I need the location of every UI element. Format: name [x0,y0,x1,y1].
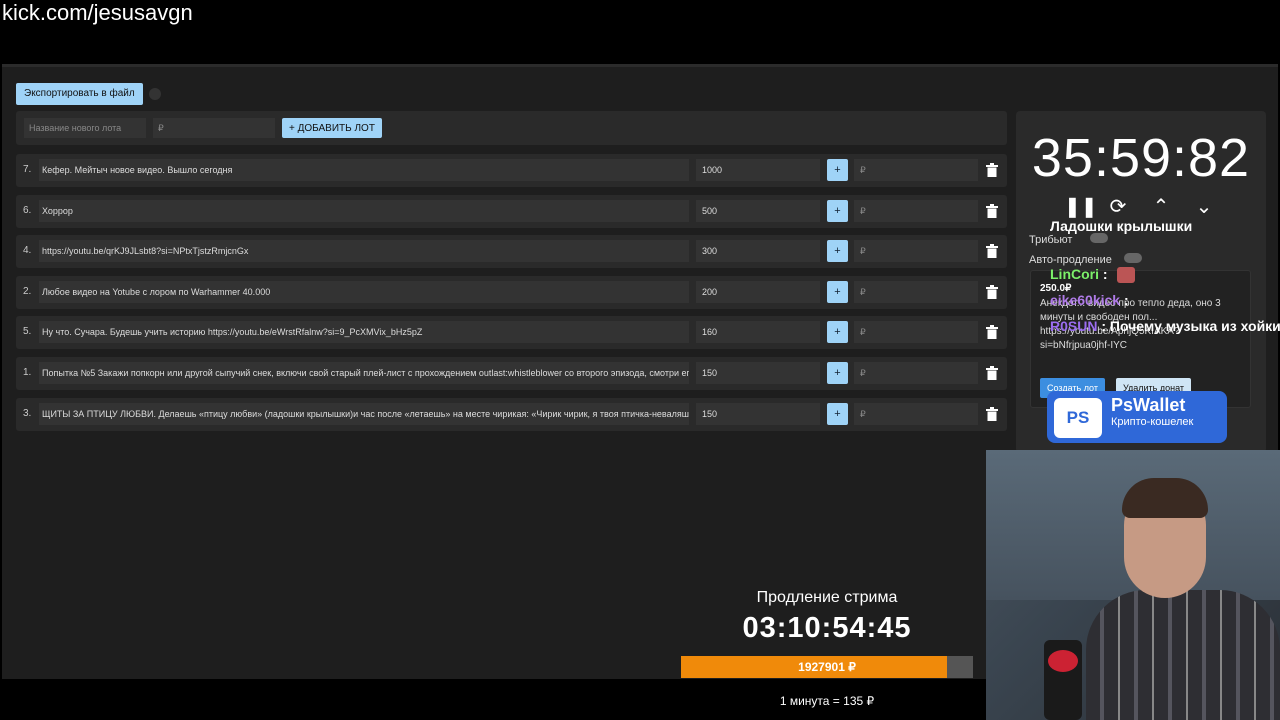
chat-username: LinCori [1050,266,1099,282]
theme-toggle[interactable] [149,88,161,100]
streamer-hair [1122,478,1208,518]
add-amount-button[interactable]: + [827,280,848,303]
lot-title-input[interactable]: Любое видео на Yotube с лором по Warhamm… [39,280,689,303]
lot-add-input[interactable]: ₽ [854,159,978,181]
lot-number: 6. [23,204,32,216]
progress-total: 1927901 ₽ [798,660,856,674]
trash-icon[interactable] [986,406,998,421]
extension-timer: 03:10:54:45 [742,612,912,644]
lot-add-input[interactable]: ₽ [854,240,978,263]
lot-amount-input[interactable]: 1000 [696,159,820,181]
lot-row: 3. ЩИТЫ ЗА ПТИЦУ ЛЮБВИ. Делаешь «птицу л… [16,397,1007,431]
add-amount-button[interactable]: + [827,321,848,344]
lot-add-input[interactable]: ₽ [854,280,978,303]
chevron-down-icon[interactable]: ⌄ [1192,195,1216,219]
lot-number: 4. [23,245,32,257]
trash-icon[interactable] [986,365,998,380]
lot-title-input[interactable]: Попытка №5 Закажи попкорн или другой сып… [39,361,689,384]
lot-number: 5. [23,326,32,338]
chat-text: Ладошки крылышки [1050,218,1193,234]
tribute-toggle[interactable] [1090,233,1108,243]
streamer-body [1086,590,1280,720]
chat-text: : [1102,266,1108,282]
chat-message: LinCori : [1050,266,1136,284]
mic-badge [1048,650,1078,672]
auction-timer: 35:59:82 [1031,128,1251,188]
lot-number: 3. [23,407,32,419]
auto-extend-toggle[interactable] [1124,253,1142,263]
lot-add-input[interactable]: ₽ [854,402,978,425]
lot-title-input[interactable]: https://youtu.be/qrKJ9JLsbt8?si=NPtxTjst… [39,240,689,263]
extension-label: Продление стрима [756,589,898,606]
timer-controls: ❚❚ ⟳ ⌃ ⌄ [1064,195,1224,219]
lot-title-input[interactable]: Хоррор [39,199,689,222]
add-amount-button[interactable]: + [827,361,848,384]
trash-icon[interactable] [986,325,998,340]
add-amount-button[interactable]: + [827,240,848,263]
extension-rate: 1 минута = 135 ₽ [779,694,875,708]
auto-extend-label: Авто-продление [1029,254,1112,266]
lot-title-input[interactable]: ЩИТЫ ЗА ПТИЦУ ЛЮБВИ. Делаешь «птицу любв… [39,402,689,425]
lot-number: 7. [23,164,32,175]
lot-row: 1. Попытка №5 Закажи попкорн или другой … [16,356,1007,390]
lot-row: 6. Хоррор 500 + ₽ [16,194,1007,228]
chat-message: R0SUN : Почему музыка из хойки [1050,318,1280,334]
tribute-label: Трибьют [1029,234,1073,246]
add-amount-button[interactable]: + [827,402,848,425]
stream-url: kick.com/jesusavgn [2,0,193,25]
lot-row: 2. Любое видео на Yotube с лором по Warh… [16,275,1007,309]
lots-list: 7. Кефер. Мейтыч новое видео. Вышло сего… [16,154,1007,438]
export-button[interactable]: Экспортировать в файл [16,83,143,105]
lot-add-input[interactable]: ₽ [854,361,978,384]
emote-icon [1117,267,1136,284]
chat-text: : [1123,292,1129,308]
pswallet-name: PsWallet [1111,395,1186,415]
lot-amount-input[interactable]: 150 [696,402,820,425]
lot-row: 5. Ну что. Сучара. Будешь учить историю … [16,316,1007,350]
chevron-up-icon[interactable]: ⌃ [1149,195,1173,219]
chat-username: eike60kick [1050,292,1121,308]
add-lot-bar: Название нового лота ₽ + ДОБАВИТЬ ЛОТ [16,111,1007,145]
add-amount-button[interactable]: + [827,159,848,181]
trash-icon[interactable] [986,163,998,177]
lot-title-input[interactable]: Кефер. Мейтыч новое видео. Вышло сегодня [39,159,689,181]
lot-title-input[interactable]: Ну что. Сучара. Будешь учить историю htt… [39,321,689,344]
trash-icon[interactable] [986,244,998,259]
pswallet-subtitle: Крипто-кошелек [1111,416,1194,428]
lot-add-input[interactable]: ₽ [854,199,978,222]
lot-amount-input[interactable]: 200 [696,280,820,303]
reset-icon[interactable]: ⟳ [1106,195,1130,219]
new-lot-name-input[interactable]: Название нового лота [24,118,146,138]
chat-text: : Почему музыка из хойки [1101,318,1280,334]
trash-icon[interactable] [986,203,998,218]
lot-row: 4. https://youtu.be/qrKJ9JLsbt8?si=NPtxT… [16,235,1007,269]
chat-message: eike60kick : [1050,292,1129,308]
lot-row: 7. Кефер. Мейтыч новое видео. Вышло сего… [16,154,1007,187]
new-lot-price-input[interactable]: ₽ [153,118,275,138]
webcam-feed [986,450,1280,720]
trash-icon[interactable] [986,284,998,299]
add-lot-button[interactable]: + ДОБАВИТЬ ЛОТ [282,118,382,138]
lot-number: 2. [23,285,32,297]
screen: kick.com/jesusavgn Экспортировать в файл… [0,0,1280,720]
lot-amount-input[interactable]: 150 [696,361,820,384]
donation-card: 250.0₽ Анекдот... видео про тепло деда, … [1030,270,1251,408]
donation-progress: 1927901 ₽ [681,656,973,678]
lot-add-input[interactable]: ₽ [854,321,978,344]
chat-username: R0SUN [1050,318,1098,334]
pause-icon[interactable]: ❚❚ [1064,195,1098,219]
lot-amount-input[interactable]: 500 [696,199,820,222]
lot-number: 1. [23,366,32,378]
lot-amount-input[interactable]: 160 [696,321,820,344]
add-amount-button[interactable]: + [827,199,848,222]
pswallet-logo: PS [1054,398,1102,438]
lot-amount-input[interactable]: 300 [696,240,820,263]
chat-message: Ладошки крылышки [1050,218,1192,234]
pswallet-banner: PS PsWallet Крипто-кошелек [1047,391,1227,443]
